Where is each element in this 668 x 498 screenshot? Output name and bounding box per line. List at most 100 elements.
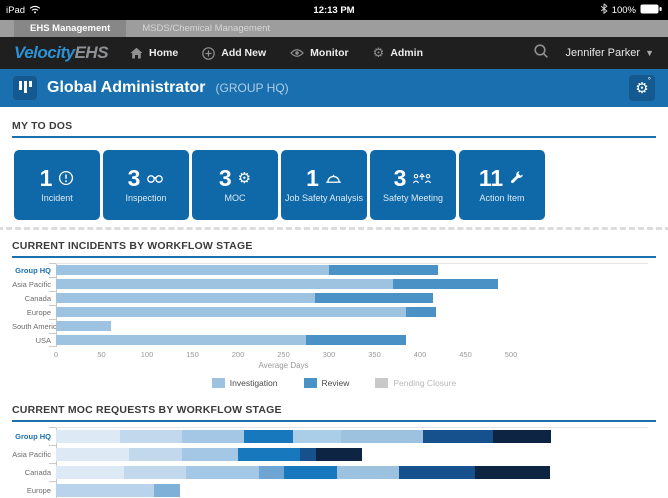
legend-label: Investigation [230,378,278,388]
todo-tile-moc[interactable]: 3⚙MOC [192,150,278,220]
nav-item-home[interactable]: Home [130,47,178,59]
bar-segment [56,466,124,479]
clock: 12:13 PM [126,5,542,16]
nav-item-add-new[interactable]: Add New [202,47,266,60]
tile-label: Action Item [477,194,526,204]
settings-gear-button[interactable]: ⚙ ° [629,75,655,101]
moc-chart: Group HQAsia PacificCanadaEurope [12,427,656,498]
main-nav-bar: VelocityEHS Home Add New Monitor ⚙Admin Jen… [0,37,668,69]
tab-ehs-management[interactable]: EHS Management [14,20,126,37]
battery-percent: 100% [612,5,636,16]
battery-icon [640,4,662,17]
x-axis-tick: 300 [323,350,336,359]
x-axis-tick: 450 [459,350,472,359]
todo-tile-safety-meeting[interactable]: 3 Safety Meeting [370,150,456,220]
moc-section-heading: CURRENT MOC REQUESTS BY WORKFLOW STAGE [12,404,656,422]
legend-item-investigation[interactable]: Investigation [212,378,278,388]
bar-segment [300,448,316,461]
bar-segment [423,430,493,443]
tile-top: 11 [479,167,525,190]
bar-segment [238,448,300,461]
bar-segment [259,466,284,479]
page-title: Global Administrator [47,79,206,97]
todo-tile-incident[interactable]: 1 Incident [14,150,100,220]
tile-top: 3⚙ [219,167,251,190]
nav-item-label: Home [149,47,178,59]
chart-row: Canada [12,291,656,305]
x-axis-tick: 200 [232,350,245,359]
bar-segment [316,448,362,461]
bar-segment [182,430,244,443]
bar-segment [315,293,433,303]
incident-icon [58,170,74,186]
velocityehs-logo[interactable]: VelocityEHS [14,43,108,63]
tile-count: 3 [394,167,407,190]
search-icon[interactable] [533,43,549,64]
admin-icon: ⚙ [373,46,385,61]
bar-segment [244,430,293,443]
ipad-screen: iPad 12:13 PM 100% EHS ManagementMSDS/Ch… [0,0,668,498]
inspection-icon [146,171,164,185]
chart-row: Group HQ [12,427,656,445]
category-label-group-hq[interactable]: Group HQ [12,266,56,275]
bar-segment [399,466,475,479]
tile-label: Safety Meeting [381,194,445,204]
x-axis-tick: 0 [54,350,58,359]
x-axis-label: Average Days [258,361,308,370]
safety-meeting-icon [412,171,432,185]
stacked-bar [56,448,362,461]
todo-tile-job-safety-analysis[interactable]: 1Job Safety Analysis [281,150,367,220]
logo-part-ehs: EHS [75,43,108,62]
add-icon [202,47,215,60]
nav-menu: Home Add New Monitor ⚙Admin [130,46,533,61]
chart-rows: Group HQAsia PacificCanadaEurope [12,427,656,498]
chart-row: Group HQ [12,263,656,277]
legend-item-pending-closure[interactable]: Pending Closure [375,378,456,388]
nav-item-label: Monitor [310,47,349,59]
bar-segment [56,265,329,275]
incidents-chart: Group HQAsia PacificCanadaEuropeSouth Am… [12,263,656,389]
legend-item-review[interactable]: Review [304,378,350,388]
bar-segment [293,430,341,443]
user-menu[interactable]: Jennifer Parker ▼ [565,47,654,59]
legend-label: Review [322,378,350,388]
chart-rows: Group HQAsia PacificCanadaEuropeSouth Am… [12,263,656,347]
stacked-bar [56,307,436,317]
category-label-south-america: South America [12,322,56,331]
tile-top: 3 [394,167,433,190]
stacked-bar [56,335,406,345]
todo-tile-inspection[interactable]: 3Inspection [103,150,189,220]
bar-segment [56,293,315,303]
app-tab-bar: EHS ManagementMSDS/Chemical Management [0,20,668,37]
tile-top: 1 [306,167,342,190]
stacked-bar [56,484,180,497]
wifi-icon [29,4,41,17]
nav-item-monitor[interactable]: Monitor [290,47,349,59]
tile-top: 1 [40,167,75,190]
todos-heading: MY TO DOS [12,120,656,138]
nav-item-admin[interactable]: ⚙Admin [373,46,423,61]
tile-label: Incident [39,194,75,204]
category-label-group-hq[interactable]: Group HQ [12,432,56,441]
bar-segment [56,321,111,331]
device-label: iPad [6,5,25,16]
nav-item-label: Add New [221,47,266,59]
bar-segment [129,448,182,461]
bar-segment [393,279,498,289]
legend-swatch [304,378,317,388]
category-label-europe: Europe [12,308,56,317]
legend-swatch [375,378,388,388]
x-axis-label-row: Average Days [56,361,656,372]
small-gear-dot: ° [648,77,651,85]
monitor-icon [290,48,304,58]
legend-swatch [212,378,225,388]
action-item-icon [509,170,525,186]
category-label-canada: Canada [12,294,56,303]
incidents-section-heading: CURRENT INCIDENTS BY WORKFLOW STAGE [12,240,656,258]
category-label-usa: USA [12,336,56,345]
todo-tile-action-item[interactable]: 11 Action Item [459,150,545,220]
chart-row: Asia Pacific [12,445,656,463]
tab-msds-chemical-management[interactable]: MSDS/Chemical Management [126,20,286,37]
x-axis-tick: 50 [97,350,105,359]
tile-top: 3 [128,167,165,190]
